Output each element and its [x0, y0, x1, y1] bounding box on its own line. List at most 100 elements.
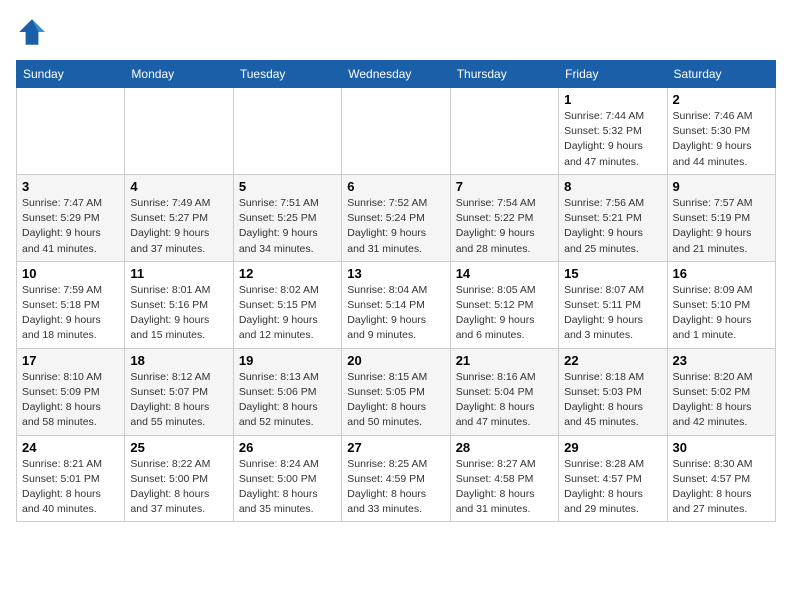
day-info: Sunrise: 8:12 AM Sunset: 5:07 PM Dayligh…: [130, 370, 227, 431]
day-number: 17: [22, 353, 119, 368]
day-number: 5: [239, 179, 336, 194]
calendar-cell: 12Sunrise: 8:02 AM Sunset: 5:15 PM Dayli…: [233, 261, 341, 348]
day-number: 16: [673, 266, 770, 281]
calendar-table: SundayMondayTuesdayWednesdayThursdayFrid…: [16, 60, 776, 522]
day-number: 3: [22, 179, 119, 194]
day-number: 14: [456, 266, 553, 281]
calendar-cell: 13Sunrise: 8:04 AM Sunset: 5:14 PM Dayli…: [342, 261, 450, 348]
calendar-cell: 10 Sunrise: 7:59 AM Sunset: 5:18 PM Dayli…: [17, 261, 125, 348]
day-info: Sunrise: 8:27 AM Sunset: 4:58 PM Dayligh…: [456, 457, 553, 518]
day-number: 4: [130, 179, 227, 194]
day-info: Sunrise: 7:52 AM Sunset: 5:24 PM Dayligh…: [347, 196, 444, 257]
calendar-cell: [17, 88, 125, 175]
day-info: Sunrise: 7:56 AM Sunset: 5:21 PM Dayligh…: [564, 196, 661, 257]
calendar-cell: 7 Sunrise: 7:54 AM Sunset: 5:22 PM Daylig…: [450, 174, 558, 261]
day-number: 10: [22, 266, 119, 281]
calendar-cell: [342, 88, 450, 175]
calendar-cell: 22 Sunrise: 8:18 AM Sunset: 5:03 PM Dayli…: [559, 348, 667, 435]
day-header-tuesday: Tuesday: [233, 61, 341, 88]
day-info: Sunrise: 8:30 AM Sunset: 4:57 PM Dayligh…: [673, 457, 770, 518]
day-number: 28: [456, 440, 553, 455]
day-info: Sunrise: 7:57 AM Sunset: 5:19 PM Dayligh…: [673, 196, 770, 257]
day-number: 20: [347, 353, 444, 368]
calendar-cell: [125, 88, 233, 175]
day-info: Sunrise: 8:10 AM Sunset: 5:09 PM Dayligh…: [22, 370, 119, 431]
day-info: Sunrise: 8:28 AM Sunset: 4:57 PM Dayligh…: [564, 457, 661, 518]
day-number: 8: [564, 179, 661, 194]
day-info: Sunrise: 8:21 AM Sunset: 5:01 PM Dayligh…: [22, 457, 119, 518]
calendar-cell: 9 Sunrise: 7:57 AM Sunset: 5:19 PM Daylig…: [667, 174, 775, 261]
day-number: 24: [22, 440, 119, 455]
calendar-cell: 29Sunrise: 8:28 AM Sunset: 4:57 PM Dayli…: [559, 435, 667, 522]
day-number: 25: [130, 440, 227, 455]
calendar-cell: 24 Sunrise: 8:21 AM Sunset: 5:01 PM Dayli…: [17, 435, 125, 522]
calendar-cell: 2Sunrise: 7:46 AM Sunset: 5:30 PM Daylig…: [667, 88, 775, 175]
day-number: 11: [130, 266, 227, 281]
calendar-cell: [233, 88, 341, 175]
day-info: Sunrise: 7:59 AM Sunset: 5:18 PM Dayligh…: [22, 283, 119, 344]
day-number: 21: [456, 353, 553, 368]
calendar-cell: 26 Sunrise: 8:24 AM Sunset: 5:00 PM Dayli…: [233, 435, 341, 522]
day-info: Sunrise: 8:05 AM Sunset: 5:12 PM Dayligh…: [456, 283, 553, 344]
calendar-cell: 19 Sunrise: 8:13 AM Sunset: 5:06 PM Dayli…: [233, 348, 341, 435]
calendar-cell: 16 Sunrise: 8:09 AM Sunset: 5:10 PM Dayli…: [667, 261, 775, 348]
calendar-week-5: 24 Sunrise: 8:21 AM Sunset: 5:01 PM Dayli…: [17, 435, 776, 522]
day-number: 6: [347, 179, 444, 194]
day-number: 12: [239, 266, 336, 281]
day-header-friday: Friday: [559, 61, 667, 88]
day-number: 1: [564, 92, 661, 107]
calendar-cell: 27 Sunrise: 8:25 AM Sunset: 4:59 PM Dayli…: [342, 435, 450, 522]
day-info: Sunrise: 8:16 AM Sunset: 5:04 PM Dayligh…: [456, 370, 553, 431]
calendar-cell: 18 Sunrise: 8:12 AM Sunset: 5:07 PM Dayli…: [125, 348, 233, 435]
calendar-week-3: 10 Sunrise: 7:59 AM Sunset: 5:18 PM Dayli…: [17, 261, 776, 348]
day-number: 9: [673, 179, 770, 194]
calendar-cell: 11 Sunrise: 8:01 AM Sunset: 5:16 PM Dayli…: [125, 261, 233, 348]
day-info: Sunrise: 8:13 AM Sunset: 5:06 PM Dayligh…: [239, 370, 336, 431]
day-number: 19: [239, 353, 336, 368]
day-info: Sunrise: 8:20 AM Sunset: 5:02 PM Dayligh…: [673, 370, 770, 431]
day-number: 18: [130, 353, 227, 368]
day-number: 27: [347, 440, 444, 455]
day-header-wednesday: Wednesday: [342, 61, 450, 88]
day-header-saturday: Saturday: [667, 61, 775, 88]
day-info: Sunrise: 8:22 AM Sunset: 5:00 PM Dayligh…: [130, 457, 227, 518]
calendar-cell: 3Sunrise: 7:47 AM Sunset: 5:29 PM Daylig…: [17, 174, 125, 261]
day-info: Sunrise: 8:25 AM Sunset: 4:59 PM Dayligh…: [347, 457, 444, 518]
day-number: 22: [564, 353, 661, 368]
calendar-cell: 8 Sunrise: 7:56 AM Sunset: 5:21 PM Daylig…: [559, 174, 667, 261]
day-number: 23: [673, 353, 770, 368]
calendar-cell: 30 Sunrise: 8:30 AM Sunset: 4:57 PM Dayli…: [667, 435, 775, 522]
day-info: Sunrise: 8:01 AM Sunset: 5:16 PM Dayligh…: [130, 283, 227, 344]
calendar-cell: 17 Sunrise: 8:10 AM Sunset: 5:09 PM Dayli…: [17, 348, 125, 435]
calendar-cell: 1Sunrise: 7:44 AM Sunset: 5:32 PM Daylig…: [559, 88, 667, 175]
day-info: Sunrise: 7:54 AM Sunset: 5:22 PM Dayligh…: [456, 196, 553, 257]
day-header-monday: Monday: [125, 61, 233, 88]
calendar-cell: 21 Sunrise: 8:16 AM Sunset: 5:04 PM Dayli…: [450, 348, 558, 435]
logo: [16, 16, 52, 48]
day-number: 15: [564, 266, 661, 281]
day-info: Sunrise: 8:24 AM Sunset: 5:00 PM Dayligh…: [239, 457, 336, 518]
day-info: Sunrise: 8:15 AM Sunset: 5:05 PM Dayligh…: [347, 370, 444, 431]
day-number: 7: [456, 179, 553, 194]
day-number: 26: [239, 440, 336, 455]
day-number: 13: [347, 266, 444, 281]
calendar-week-4: 17 Sunrise: 8:10 AM Sunset: 5:09 PM Dayli…: [17, 348, 776, 435]
calendar-cell: 6 Sunrise: 7:52 AM Sunset: 5:24 PM Daylig…: [342, 174, 450, 261]
calendar-cell: 5Sunrise: 7:51 AM Sunset: 5:25 PM Daylig…: [233, 174, 341, 261]
calendar-cell: [450, 88, 558, 175]
calendar-week-2: 3Sunrise: 7:47 AM Sunset: 5:29 PM Daylig…: [17, 174, 776, 261]
day-number: 2: [673, 92, 770, 107]
calendar-cell: 14 Sunrise: 8:05 AM Sunset: 5:12 PM Dayli…: [450, 261, 558, 348]
day-info: Sunrise: 8:18 AM Sunset: 5:03 PM Dayligh…: [564, 370, 661, 431]
calendar-cell: 28 Sunrise: 8:27 AM Sunset: 4:58 PM Dayli…: [450, 435, 558, 522]
day-number: 30: [673, 440, 770, 455]
calendar-cell: 25 Sunrise: 8:22 AM Sunset: 5:00 PM Dayli…: [125, 435, 233, 522]
day-info: Sunrise: 8:09 AM Sunset: 5:10 PM Dayligh…: [673, 283, 770, 344]
day-header-sunday: Sunday: [17, 61, 125, 88]
calendar-cell: 20 Sunrise: 8:15 AM Sunset: 5:05 PM Dayli…: [342, 348, 450, 435]
calendar-cell: 23 Sunrise: 8:20 AM Sunset: 5:02 PM Dayli…: [667, 348, 775, 435]
calendar-cell: 4 Sunrise: 7:49 AM Sunset: 5:27 PM Daylig…: [125, 174, 233, 261]
calendar-week-1: 1Sunrise: 7:44 AM Sunset: 5:32 PM Daylig…: [17, 88, 776, 175]
day-info: Sunrise: 7:49 AM Sunset: 5:27 PM Dayligh…: [130, 196, 227, 257]
page-header: [16, 16, 776, 48]
